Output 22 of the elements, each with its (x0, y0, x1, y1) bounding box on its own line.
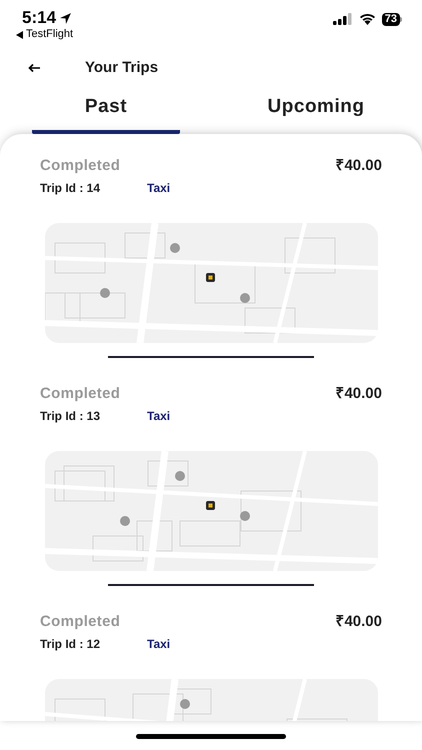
trip-status: Completed (40, 156, 120, 176)
trip-status: Completed (40, 612, 120, 632)
trip-id: Trip Id : 14 (40, 180, 102, 197)
wifi-icon (358, 13, 376, 25)
service-type: Taxi (147, 180, 170, 197)
back-arrow-icon[interactable] (28, 63, 41, 73)
back-app-link[interactable]: TestFlight (26, 28, 74, 41)
trip-fare: ₹40.00 (335, 612, 382, 632)
clock-time: 5:14 (22, 8, 56, 28)
trip-fare: ₹40.00 (335, 384, 382, 404)
service-type: Taxi (147, 408, 170, 425)
trip-id: Trip Id : 12 (40, 636, 102, 653)
battery-indicator: 73 (382, 12, 400, 26)
trip-id: Trip Id : 13 (40, 408, 102, 425)
back-triangle-icon[interactable] (16, 30, 23, 38)
location-arrow-icon (59, 12, 72, 24)
service-type: Taxi (147, 636, 170, 653)
page-title: Your Trips (85, 58, 158, 78)
trip-status: Completed (40, 384, 120, 404)
trip-fare: ₹40.00 (335, 156, 382, 176)
signal-icon (332, 13, 353, 25)
trip-tab[interactable]: Upcoming (242, 90, 390, 134)
